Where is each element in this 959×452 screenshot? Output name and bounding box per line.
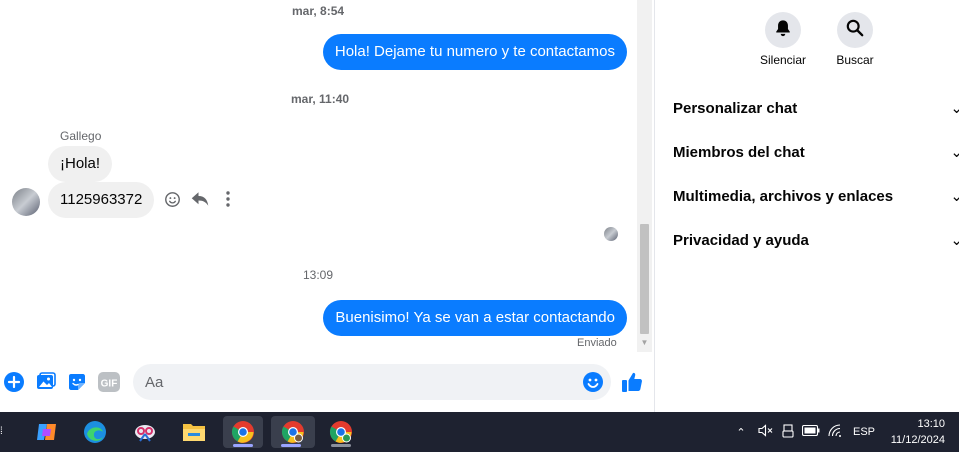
- image-icon[interactable]: [34, 370, 58, 394]
- chevron-down-icon: ⌄: [950, 188, 959, 205]
- section-privacy-help[interactable]: Privacidad y ayuda ⌄: [673, 226, 959, 256]
- snipping-icon[interactable]: [125, 416, 165, 448]
- chevron-down-icon: ⌄: [950, 144, 959, 161]
- section-chat-members[interactable]: Miembros del chat ⌄: [673, 138, 959, 168]
- timestamp: mar, 11:40: [291, 92, 350, 106]
- volume-muted-icon[interactable]: [753, 424, 777, 440]
- seen-avatar: [604, 227, 618, 241]
- wifi-icon[interactable]: [823, 424, 847, 440]
- language-indicator[interactable]: ESP: [853, 426, 875, 438]
- clock[interactable]: 13:10 11/12/2024: [891, 416, 945, 448]
- active-indicator: [331, 444, 351, 447]
- sender-name: Gallego: [60, 129, 102, 143]
- system-tray: ⌃ ESP: [733, 412, 875, 452]
- section-label: Personalizar chat: [673, 100, 798, 117]
- chat-pane: mar, 8:54 Hola! Dejame tu numero y te co…: [0, 0, 655, 412]
- plus-icon[interactable]: [2, 370, 26, 394]
- emoji-icon[interactable]: [581, 370, 605, 394]
- scrollbar-thumb[interactable]: [640, 224, 649, 334]
- reply-icon[interactable]: [191, 190, 209, 208]
- copilot-icon[interactable]: [27, 416, 67, 448]
- windows-taskbar: ⁞ ⌃ ESP 13:10 11/12/2024: [0, 412, 959, 452]
- chevron-down-icon: ⌄: [950, 232, 959, 249]
- section-customize-chat[interactable]: Personalizar chat ⌄: [673, 94, 959, 124]
- mute-button[interactable]: [765, 12, 801, 48]
- timestamp: 13:09: [303, 268, 334, 282]
- react-emoji-icon[interactable]: [163, 190, 181, 208]
- outgoing-message[interactable]: Hola! Dejame tu numero y te contactamos: [322, 34, 627, 70]
- active-indicator: [281, 444, 301, 447]
- delivery-status: Enviado: [577, 337, 617, 349]
- battery-icon[interactable]: [799, 424, 823, 439]
- incoming-message[interactable]: ¡Hola!: [48, 146, 113, 182]
- file-explorer-icon[interactable]: [174, 416, 214, 448]
- chat-info-panel: Silenciar Buscar Personalizar chat ⌄ Mie…: [656, 0, 959, 412]
- incoming-message[interactable]: 1125963372: [48, 182, 155, 218]
- svg-text:GIF: GIF: [101, 379, 118, 390]
- bell-icon: [774, 19, 792, 42]
- mute-label: Silenciar: [759, 53, 807, 67]
- chrome-profile-icon[interactable]: [271, 416, 315, 448]
- chevron-up-icon[interactable]: ⌃: [733, 426, 749, 439]
- edge-icon[interactable]: [75, 416, 115, 448]
- chrome-v-icon[interactable]: [321, 416, 361, 448]
- clock-time: 13:10: [917, 418, 945, 430]
- more-options-icon[interactable]: [219, 190, 237, 208]
- clock-date: 11/12/2024: [890, 434, 945, 446]
- scroll-down-arrow-icon[interactable]: ▼: [640, 338, 649, 347]
- chrome-icon[interactable]: [223, 416, 263, 448]
- messenger-window: mar, 8:54 Hola! Dejame tu numero y te co…: [0, 0, 959, 412]
- section-media-files-links[interactable]: Multimedia, archivos y enlaces ⌄: [673, 182, 959, 212]
- usb-icon[interactable]: [777, 423, 799, 441]
- outgoing-message[interactable]: Buenisimo! Ya se van a estar contactando: [323, 300, 627, 336]
- message-actions: [163, 190, 237, 208]
- message-composer: GIF: [0, 356, 655, 412]
- timestamp: mar, 8:54: [292, 4, 345, 18]
- taskbar-edge-icon: ⁞: [0, 426, 3, 437]
- section-label: Miembros del chat: [673, 144, 805, 161]
- sender-avatar[interactable]: [12, 188, 40, 216]
- chat-scrollbar[interactable]: ▼: [637, 0, 652, 352]
- active-indicator: [233, 444, 253, 447]
- gif-icon[interactable]: GIF: [97, 370, 121, 394]
- sticker-icon[interactable]: [65, 370, 89, 394]
- thumbs-up-icon[interactable]: [620, 370, 644, 394]
- search-icon: [846, 19, 864, 42]
- section-label: Multimedia, archivos y enlaces: [673, 188, 894, 205]
- chevron-down-icon: ⌄: [950, 100, 959, 117]
- section-label: Privacidad y ayuda: [673, 232, 809, 249]
- search-button[interactable]: [837, 12, 873, 48]
- search-label: Buscar: [836, 53, 874, 67]
- message-input[interactable]: [133, 364, 611, 400]
